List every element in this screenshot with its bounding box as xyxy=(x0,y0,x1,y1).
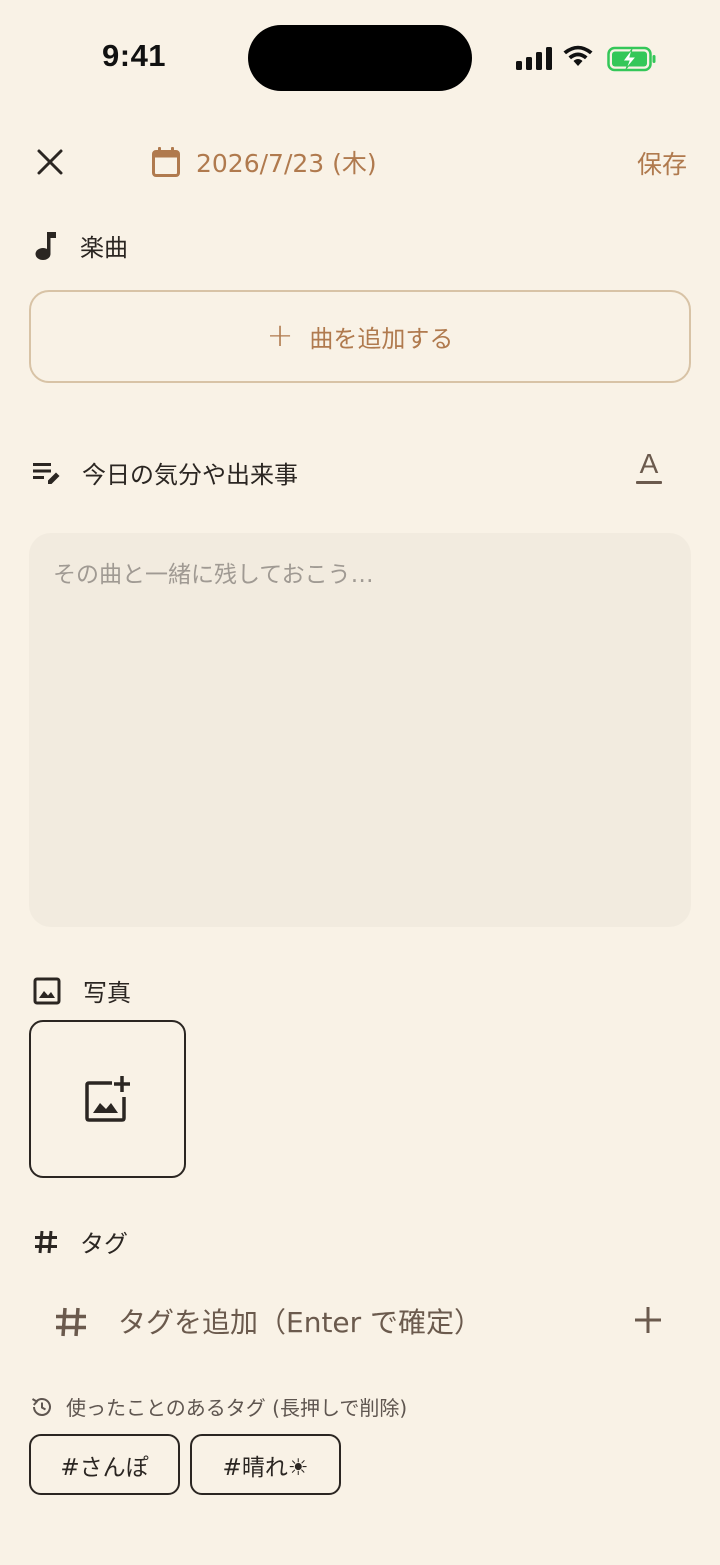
photo-section-header: 写真 xyxy=(33,973,131,1008)
plus-icon xyxy=(635,1307,661,1333)
tag-section-label: タグ xyxy=(80,1230,128,1258)
text-format-button[interactable]: A xyxy=(632,450,666,486)
music-note-icon xyxy=(35,231,56,260)
close-icon xyxy=(37,149,63,175)
tag-section-header: タグ xyxy=(34,1224,128,1259)
add-tag-button[interactable] xyxy=(632,1302,664,1338)
battery-charging-icon xyxy=(607,46,656,72)
date-text: 2026/7/23 (木) xyxy=(196,149,377,178)
text-format-icon: A xyxy=(639,448,659,479)
add-song-button[interactable]: + 曲を追加する xyxy=(29,290,691,383)
save-button[interactable]: 保存 xyxy=(637,145,687,181)
recent-tag-chip[interactable]: #さんぽ xyxy=(29,1434,180,1495)
photo-section-label: 写真 xyxy=(83,979,131,1007)
add-photo-icon xyxy=(84,1076,130,1122)
recent-tag-chip[interactable]: #晴れ☀ xyxy=(190,1434,341,1495)
cellular-signal-icon xyxy=(516,46,552,70)
calendar-icon xyxy=(152,147,180,177)
date-picker[interactable]: 2026/7/23 (木) xyxy=(150,142,377,182)
status-time: 9:41 xyxy=(102,38,167,73)
recent-tags-label: 使ったことのあるタグ (長押しで削除) xyxy=(66,1396,408,1420)
tag-input-row xyxy=(54,1294,694,1350)
close-button[interactable] xyxy=(30,142,70,182)
edit-note-icon xyxy=(33,462,60,484)
wifi-icon xyxy=(563,45,593,66)
add-photo-button[interactable] xyxy=(29,1020,186,1178)
memo-textarea[interactable]: その曲と一緒に残しておこう… xyxy=(29,533,691,927)
memo-section-header: 今日の気分や出来事 xyxy=(32,455,298,490)
image-icon xyxy=(33,977,61,1004)
dynamic-island xyxy=(248,25,472,91)
tag-input[interactable] xyxy=(118,1305,588,1339)
add-song-label: 曲を追加する xyxy=(309,325,454,353)
recent-tags-header: 使ったことのあるタグ (長押しで削除) xyxy=(30,1392,407,1421)
memo-section-label: 今日の気分や出来事 xyxy=(82,461,298,489)
hash-icon xyxy=(56,1307,86,1337)
plus-icon: + xyxy=(266,316,294,354)
history-icon xyxy=(31,1397,51,1416)
memo-placeholder: その曲と一緒に残しておこう… xyxy=(53,562,374,588)
hash-icon xyxy=(35,1230,57,1253)
song-section-label: 楽曲 xyxy=(80,234,128,262)
song-section-header: 楽曲 xyxy=(34,228,128,263)
